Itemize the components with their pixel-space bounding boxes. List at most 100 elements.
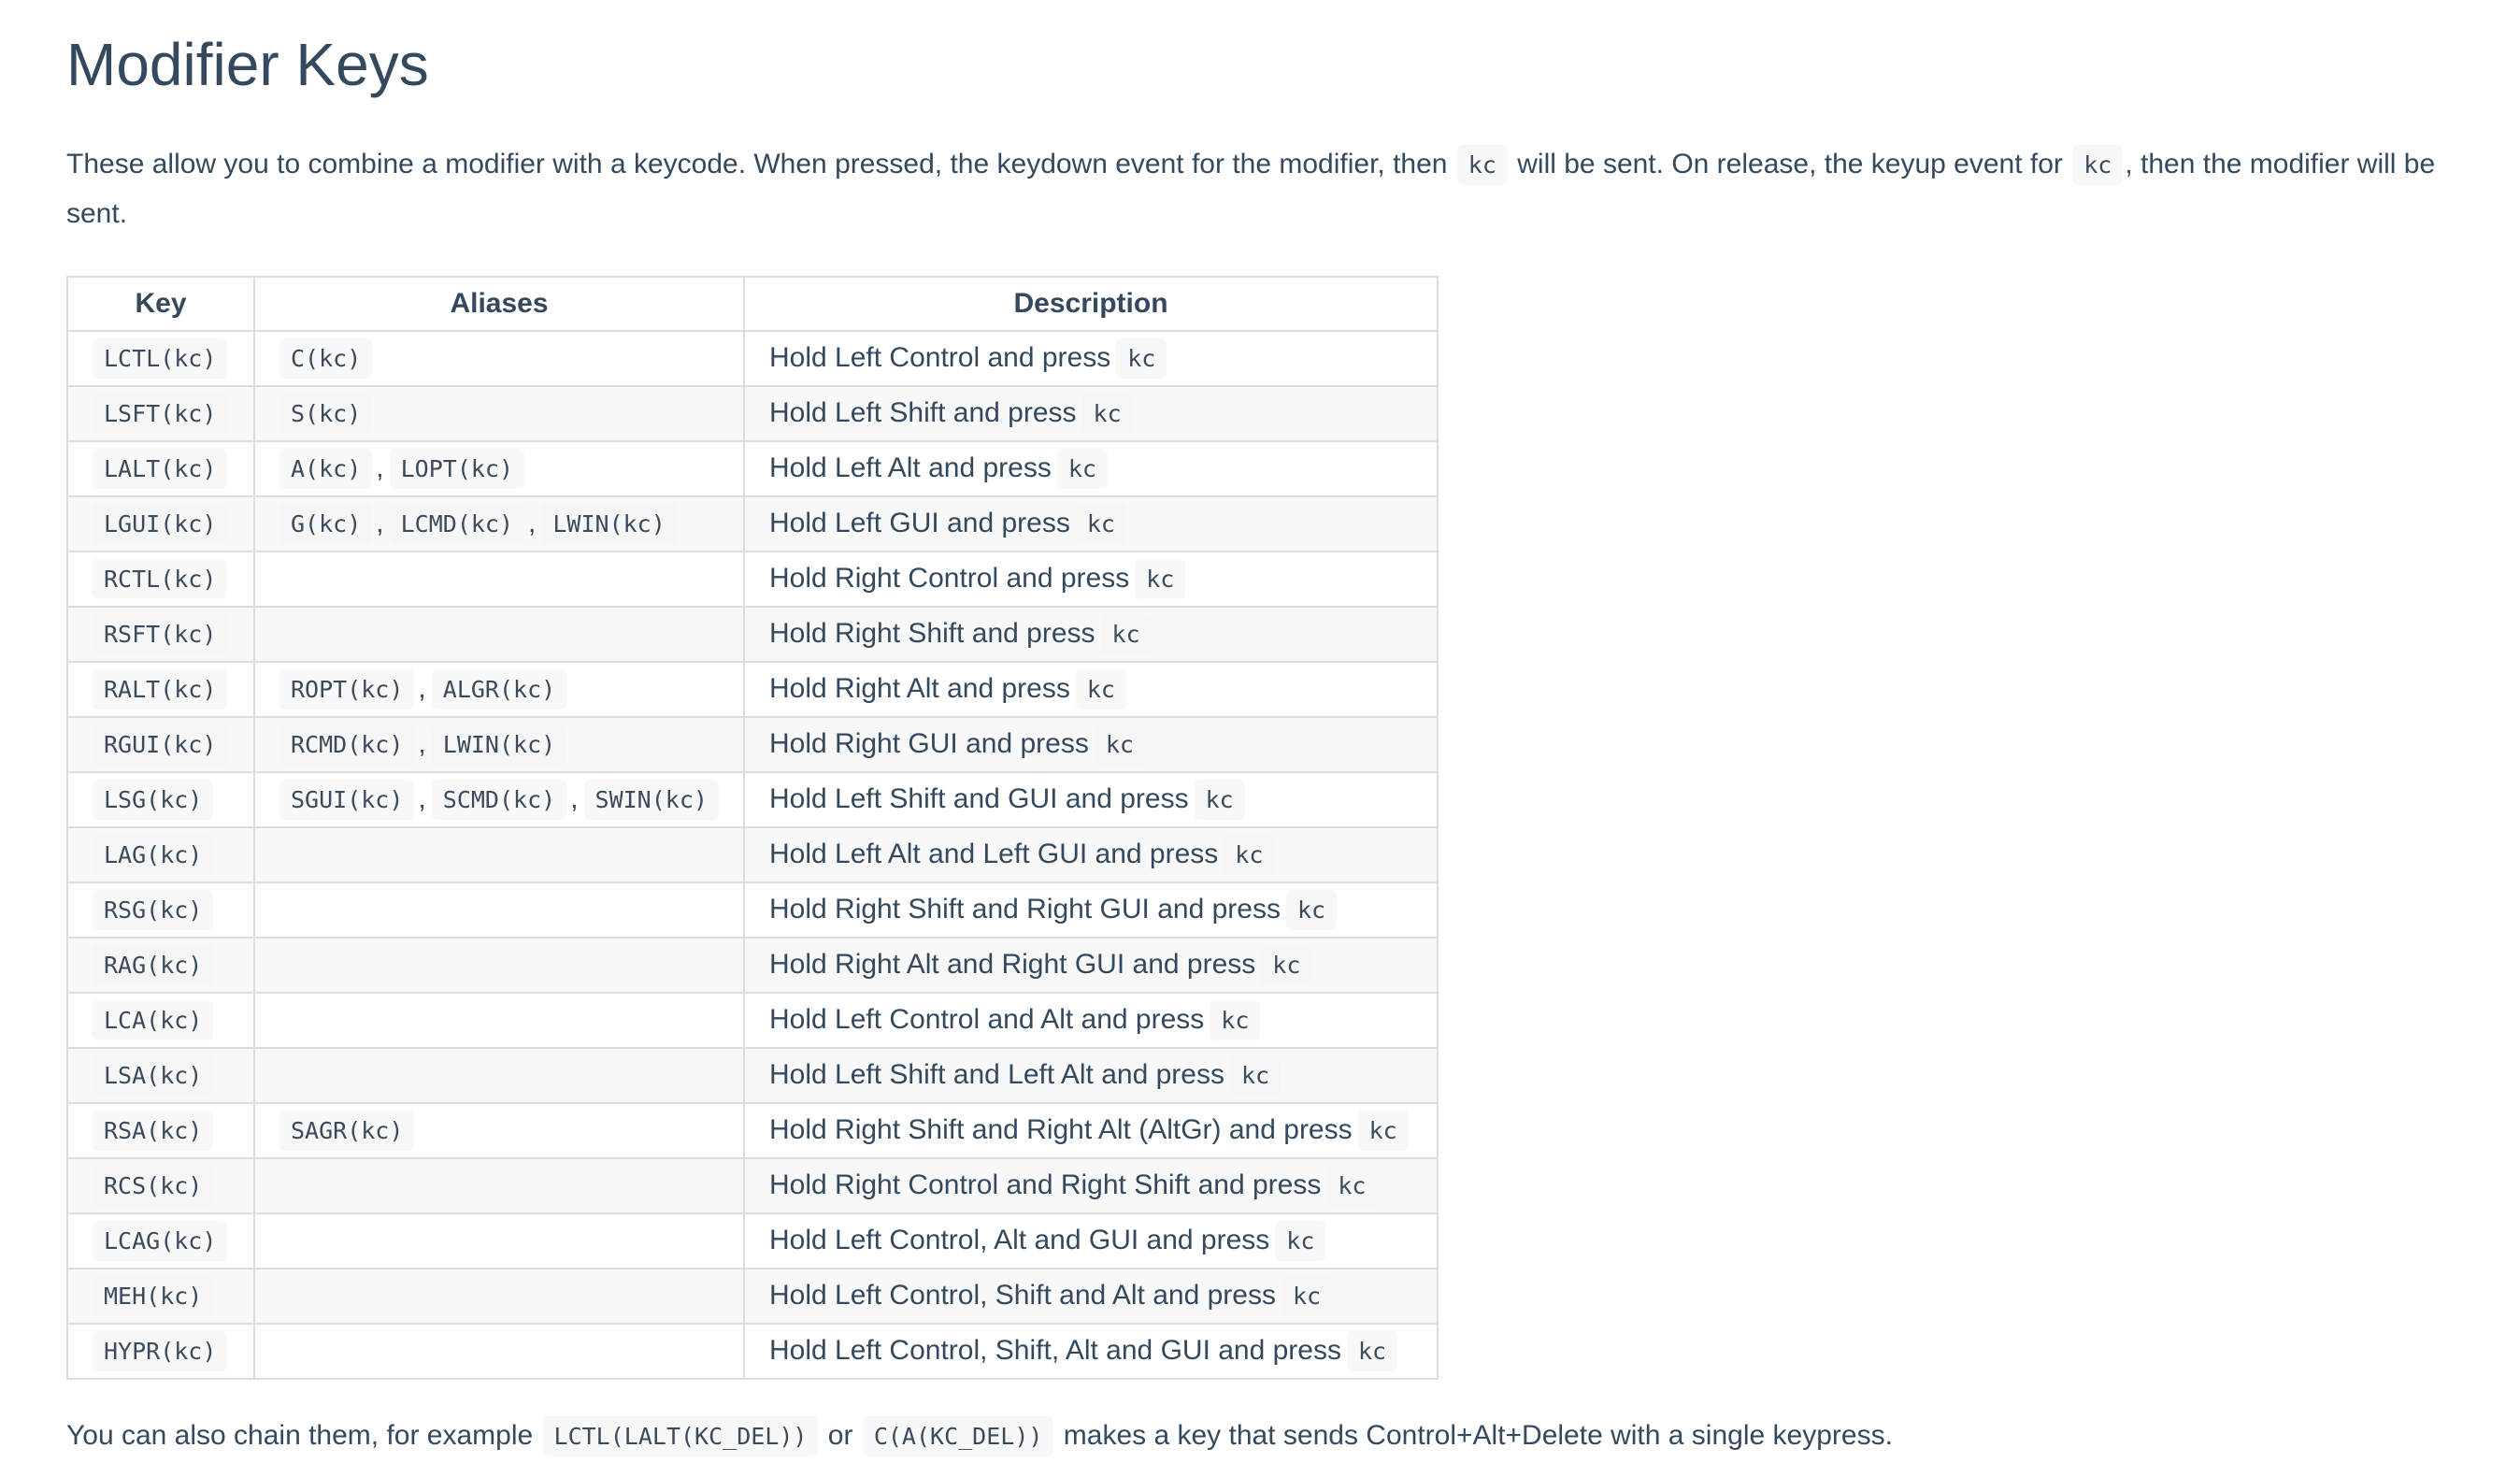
alias-separator: ,	[570, 783, 579, 814]
aliases-cell: SAGR(kc)	[253, 1102, 745, 1159]
key-cell: LAG(kc)	[66, 826, 255, 883]
table-row: LSA(kc) Hold Left Shift and Left Alt and …	[66, 1047, 1439, 1104]
table-row: RSG(kc) Hold Right Shift and Right GUI an…	[66, 882, 1439, 939]
key-cell: LSG(kc)	[66, 771, 255, 828]
description-text: Hold Left Alt and press	[769, 452, 1052, 483]
description-text: Hold Left Control, Shift and Alt and pre…	[769, 1280, 1276, 1311]
keycode: RSFT(kc)	[93, 614, 228, 654]
alias-keycode: LOPT(kc)	[389, 449, 525, 489]
description-text: Hold Left Alt and Left GUI and press	[769, 839, 1219, 869]
alias-keycode: SAGR(kc)	[279, 1111, 415, 1151]
keycode: LCA(kc)	[93, 1000, 214, 1040]
keycode: RGUI(kc)	[93, 724, 228, 765]
description-cell: Hold Left Control, Shift, Alt and GUI an…	[743, 1323, 1439, 1380]
description-cell: Hold Right Control and Right Shift and p…	[743, 1157, 1439, 1214]
table-row: RCS(kc) Hold Right Control and Right Shif…	[66, 1157, 1439, 1214]
key-cell: RSG(kc)	[66, 882, 255, 939]
key-cell: RSFT(kc)	[66, 606, 255, 663]
keycode: RSA(kc)	[93, 1111, 214, 1151]
inline-code: kc	[1326, 1166, 1378, 1206]
inline-code: kc	[1456, 145, 1508, 185]
description-cell: Hold Left Shift and Left Alt and press kc	[743, 1047, 1439, 1104]
key-cell: RAG(kc)	[66, 937, 255, 994]
key-cell: RCS(kc)	[66, 1157, 255, 1214]
inline-code: kc	[1056, 449, 1108, 489]
alias-keycode: S(kc)	[279, 394, 373, 434]
description-cell: Hold Right Shift and Right Alt (AltGr) a…	[743, 1102, 1439, 1159]
inline-code: kc	[1229, 1055, 1281, 1096]
key-cell: LCTL(kc)	[66, 330, 255, 387]
description-cell: Hold Left Control, Alt and GUI and press…	[743, 1212, 1439, 1269]
description-cell: Hold Left Alt and press kc	[743, 440, 1439, 497]
inline-code: kc	[1224, 835, 1275, 875]
description-cell: Hold Left Alt and Left GUI and press kc	[743, 826, 1439, 883]
description-cell: Hold Left GUI and press kc	[743, 495, 1439, 552]
keycode: MEH(kc)	[93, 1276, 214, 1316]
keycode: RCS(kc)	[93, 1166, 214, 1206]
description-text: Hold Right Alt and Right GUI and press	[769, 949, 1256, 980]
keycode: RCTL(kc)	[93, 559, 228, 599]
alias-keycode: LWIN(kc)	[431, 724, 567, 765]
table-row: RALT(kc) ROPT(kc), ALGR(kc) Hold Right Alt …	[66, 661, 1439, 718]
table-row: LGUI(kc) G(kc), LCMD(kc), LWIN(kc) Hold Left…	[66, 495, 1439, 552]
table-row: LSG(kc) SGUI(kc), SCMD(kc), SWIN(kc) Hold Le…	[66, 771, 1439, 828]
keycode: LALT(kc)	[93, 449, 228, 489]
aliases-cell	[253, 992, 745, 1049]
key-cell: LSA(kc)	[66, 1047, 255, 1104]
keycode: HYPR(kc)	[93, 1331, 228, 1371]
key-cell: LCA(kc)	[66, 992, 255, 1049]
description-cell: Hold Left Shift and GUI and press kc	[743, 771, 1439, 828]
inline-code: kc	[1100, 614, 1152, 654]
aliases-cell	[253, 1157, 745, 1214]
table-row: RSFT(kc) Hold Right Shift and press kc	[66, 606, 1439, 663]
table-row: HYPR(kc) Hold Left Control, Shift, Alt an…	[66, 1323, 1439, 1380]
keycode: LGUI(kc)	[93, 504, 228, 544]
inline-code: kc	[1275, 1221, 1326, 1261]
key-cell: LSFT(kc)	[66, 385, 255, 442]
inline-code: kc	[1261, 945, 1312, 985]
alias-keycode: SWIN(kc)	[583, 780, 719, 820]
description-text: Hold Right Shift and press	[769, 618, 1095, 649]
table-row: LCAG(kc) Hold Left Control, Alt and GUI a…	[66, 1212, 1439, 1269]
description-cell: Hold Right Shift and Right GUI and press…	[743, 882, 1439, 939]
table-row: RSA(kc) SAGR(kc) Hold Right Shift and Righ…	[66, 1102, 1439, 1159]
aliases-cell	[253, 1323, 745, 1380]
description-text: Hold Right Control and Right Shift and p…	[769, 1169, 1322, 1200]
inline-code: kc	[1357, 1111, 1409, 1151]
aliases-cell	[253, 1268, 745, 1325]
keycode: LSFT(kc)	[93, 394, 228, 434]
alias-separator: ,	[528, 508, 537, 538]
key-cell: RGUI(kc)	[66, 716, 255, 773]
key-cell: HYPR(kc)	[66, 1323, 255, 1380]
aliases-cell: C(kc)	[253, 330, 745, 387]
aliases-cell: G(kc), LCMD(kc), LWIN(kc)	[253, 495, 745, 552]
keycode: RAG(kc)	[93, 945, 214, 985]
alias-separator: ,	[418, 783, 426, 814]
table-row: RAG(kc) Hold Right Alt and Right GUI and …	[66, 937, 1439, 994]
inline-code: kc	[1281, 1276, 1333, 1316]
description-cell: Hold Right Control and press kc	[743, 551, 1439, 608]
table-row: LALT(kc) A(kc), LOPT(kc) Hold Left Alt and …	[66, 440, 1439, 497]
modifier-keys-table: Key Aliases Description LCTL(kc) C(kc) Hol…	[66, 276, 1439, 1380]
alias-keycode: LCMD(kc)	[389, 504, 525, 544]
paragraph-text: or	[820, 1420, 861, 1451]
inline-code: kc	[1116, 338, 1167, 379]
description-text: Hold Right Control and press	[769, 563, 1130, 594]
doc-content: Modifier Keys These allow you to combine…	[66, 0, 2497, 1461]
table-header-row: Key Aliases Description	[66, 276, 1439, 332]
description-text: Hold Left Control and press	[769, 342, 1111, 373]
alias-keycode: ROPT(kc)	[279, 669, 415, 710]
aliases-cell: A(kc), LOPT(kc)	[253, 440, 745, 497]
table-row: LAG(kc) Hold Left Alt and Left GUI and pr…	[66, 826, 1439, 883]
aliases-cell: S(kc)	[253, 385, 745, 442]
aliases-cell: ROPT(kc), ALGR(kc)	[253, 661, 745, 718]
description-cell: Hold Right Alt and Right GUI and press kc	[743, 937, 1439, 994]
inline-code: LCTL(LALT(KC_DEL))	[542, 1416, 819, 1456]
paragraph-text: You can also chain them, for example	[66, 1420, 541, 1451]
keycode: LAG(kc)	[93, 835, 214, 875]
description-text: Hold Left Shift and press	[769, 397, 1077, 428]
inline-code: kc	[1135, 559, 1186, 599]
table-row: MEH(kc) Hold Left Control, Shift and Alt …	[66, 1268, 1439, 1325]
paragraph-text: These allow you to combine a modifier wi…	[66, 149, 1455, 179]
description-text: Hold Left Control, Alt and GUI and press	[769, 1225, 1270, 1255]
